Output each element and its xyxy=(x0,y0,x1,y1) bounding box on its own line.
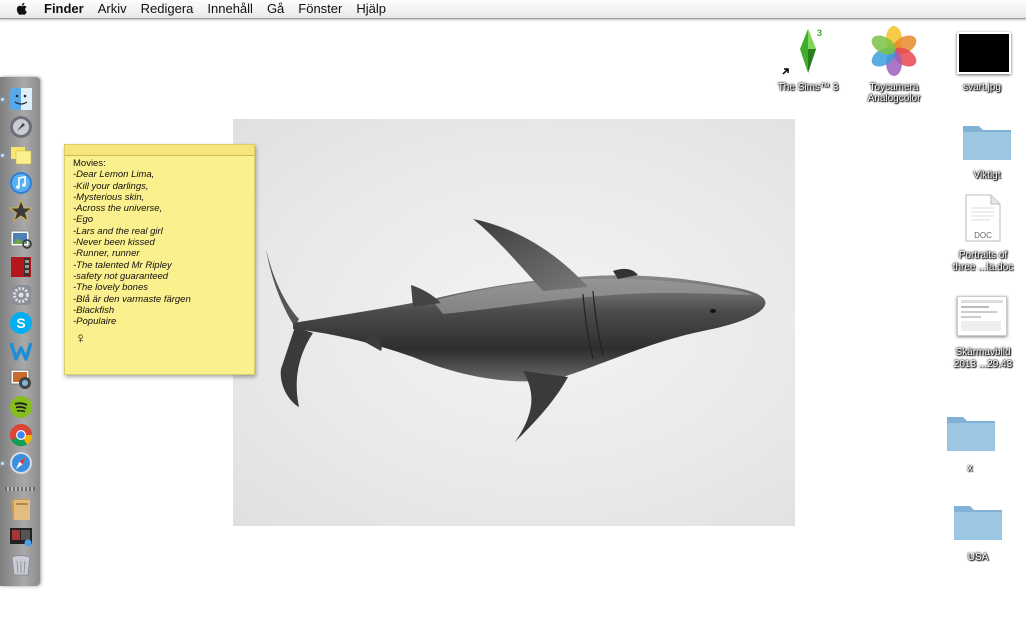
doc-label-line2[interactable]: three ...la.doc xyxy=(938,262,1026,273)
alias-arrow-icon xyxy=(782,68,789,75)
svart-jpg-label[interactable]: svart.jpg xyxy=(942,82,1022,93)
sticky-line: -The talented Mr Ripley xyxy=(73,259,172,271)
x-folder-label[interactable]: x xyxy=(930,463,1010,474)
running-indicator xyxy=(1,154,4,157)
viktigt-label[interactable]: Viktigt xyxy=(947,170,1026,181)
stickies-icon[interactable] xyxy=(9,143,33,167)
photo-booth-icon[interactable] xyxy=(9,255,33,279)
sticky-note[interactable]: Movies: -Dear Lemon Lima, -Kill your dar… xyxy=(64,144,255,375)
screenshots-stack-icon[interactable] xyxy=(9,525,33,549)
wunderlist-icon[interactable] xyxy=(9,339,33,363)
sticky-content[interactable]: Movies: -Dear Lemon Lima, -Kill your dar… xyxy=(65,156,254,348)
female-symbol: ♀ xyxy=(75,330,87,348)
toycamera-label-line2[interactable]: Analogcolor xyxy=(854,93,934,104)
spotify-icon[interactable] xyxy=(9,395,33,419)
sticky-line: -Blackfish xyxy=(73,304,115,316)
menu-finder[interactable]: Finder xyxy=(44,0,84,18)
doc-file-icon[interactable]: DOC xyxy=(964,194,1002,242)
documents-stack-icon[interactable] xyxy=(9,497,33,521)
sims3-icon[interactable]: 3 xyxy=(790,27,826,73)
system-preferences-icon[interactable] xyxy=(9,283,33,307)
menu-innehall[interactable]: Innehåll xyxy=(207,0,253,18)
usa-folder-label[interactable]: USA xyxy=(938,552,1018,563)
sticky-line: -Mysterious skin, xyxy=(73,191,145,203)
sticky-line: -Kill your darlings, xyxy=(73,180,149,192)
running-indicator xyxy=(1,462,4,465)
sticky-line: -Runner, runner xyxy=(73,248,140,260)
doc-label-line1[interactable]: Portraits of xyxy=(938,250,1026,261)
itunes-icon[interactable] xyxy=(9,171,33,195)
finder-icon[interactable] xyxy=(9,87,33,111)
iphoto-icon[interactable] xyxy=(9,367,33,391)
screenshot-label-line1[interactable]: Skärmavbild xyxy=(938,347,1026,358)
screenshot-label-line2[interactable]: 2013 ...29.43 xyxy=(938,359,1026,370)
svg-text:3: 3 xyxy=(817,28,822,38)
svart-jpg-thumbnail[interactable] xyxy=(957,32,1011,74)
sticky-line: -Dear Lemon Lima, xyxy=(73,169,155,181)
sticky-heading: Movies: xyxy=(73,158,106,169)
sticky-title-bar[interactable] xyxy=(65,145,254,156)
safari-icon[interactable] xyxy=(9,451,33,475)
menu-hjalp[interactable]: Hjälp xyxy=(356,0,386,18)
menu-ga[interactable]: Gå xyxy=(267,0,284,18)
sticky-line: -safety not guaranteed xyxy=(73,270,169,282)
toycamera-icon[interactable] xyxy=(868,25,920,77)
folder-icon[interactable] xyxy=(952,500,1004,542)
sticky-line: -Populaire xyxy=(73,316,117,328)
sticky-line: -Never been kissed xyxy=(73,237,155,249)
sticky-line: -Blå är den varmaste färgen xyxy=(73,293,191,305)
shark-drawing xyxy=(266,219,766,442)
menu-arkiv[interactable]: Arkiv xyxy=(98,0,127,18)
menu-redigera[interactable]: Redigera xyxy=(141,0,194,18)
trash-icon[interactable] xyxy=(9,553,33,577)
apple-menu-icon[interactable] xyxy=(14,1,30,17)
folder-icon[interactable] xyxy=(945,411,997,453)
menu-bar: Finder Arkiv Redigera Innehåll Gå Fönste… xyxy=(0,0,1026,19)
chrome-icon[interactable] xyxy=(9,423,33,447)
sticky-line: -Across the universe, xyxy=(73,203,163,215)
sticky-line: -Lars and the real girl xyxy=(73,225,163,237)
skype-icon[interactable]: S xyxy=(9,311,33,335)
doc-badge: DOC xyxy=(974,231,992,240)
imovie-icon[interactable] xyxy=(9,199,33,223)
folder-icon[interactable] xyxy=(961,120,1013,162)
sticky-line: -The lovely bones xyxy=(73,282,148,294)
menu-fonster[interactable]: Fönster xyxy=(298,0,342,18)
screenshot-thumbnail[interactable] xyxy=(957,296,1007,336)
dock: S xyxy=(0,77,40,586)
dock-separator xyxy=(5,487,35,491)
toycamera-label-line1[interactable]: Toycamera xyxy=(854,82,934,93)
sticky-line: -Ego xyxy=(73,214,94,226)
desktop-wallpaper xyxy=(233,119,795,526)
launchpad-icon[interactable] xyxy=(9,115,33,139)
svg-text:S: S xyxy=(16,315,25,331)
sims3-label[interactable]: The Sims™ 3 xyxy=(770,82,846,93)
preview-icon[interactable] xyxy=(9,227,33,251)
running-indicator xyxy=(1,98,4,101)
